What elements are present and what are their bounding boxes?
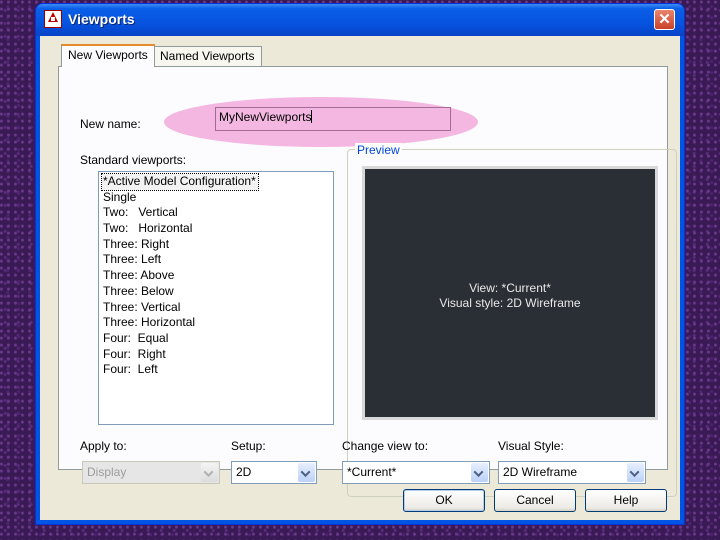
list-item[interactable]: Three: Left <box>102 252 161 268</box>
viewports-dialog: Viewports ✕ New Viewports Named Viewport… <box>36 4 684 524</box>
help-button[interactable]: Help <box>585 489 667 512</box>
list-row: Four: Left <box>102 362 330 378</box>
list-row: Two: Horizontal <box>102 221 330 237</box>
list-row: Three: Horizontal <box>102 315 330 331</box>
apply-to-label: Apply to: <box>80 439 127 453</box>
list-item[interactable]: Two: Horizontal <box>102 221 192 237</box>
change-view-to-select[interactable]: *Current* <box>342 461 490 484</box>
window-title: Viewports <box>68 11 135 27</box>
list-item[interactable]: Three: Above <box>102 268 174 284</box>
list-row: Two: Vertical <box>102 205 330 221</box>
close-button[interactable]: ✕ <box>654 9 675 30</box>
preview-label: Preview <box>355 143 402 157</box>
list-row: Three: Vertical <box>102 300 330 316</box>
apply-to-select: Display <box>82 461 220 484</box>
chevron-down-icon <box>201 463 218 482</box>
preview-visual-style-text: Visual style: 2D Wireframe <box>439 296 581 310</box>
list-item[interactable]: Single <box>102 190 136 206</box>
visual-style-select[interactable]: 2D Wireframe <box>498 461 646 484</box>
tab-new-viewports[interactable]: New Viewports <box>61 44 155 67</box>
list-item[interactable]: Three: Right <box>102 237 169 253</box>
tab-named-viewports[interactable]: Named Viewports <box>153 46 262 66</box>
list-row: Four: Right <box>102 347 330 363</box>
preview-info: View: *Current* Visual style: 2D Wirefra… <box>365 281 655 311</box>
list-item[interactable]: *Active Model Configuration* <box>101 173 259 191</box>
list-row: Three: Right <box>102 237 330 253</box>
list-item[interactable]: Three: Vertical <box>102 300 180 316</box>
autocad-app-icon <box>44 10 62 28</box>
standard-viewports-label: Standard viewports: <box>80 153 187 167</box>
preview-view-text: View: *Current* <box>469 281 551 295</box>
list-item[interactable]: Three: Below <box>102 284 174 300</box>
chevron-down-icon[interactable] <box>471 463 488 482</box>
new-name-label: New name: <box>80 117 141 131</box>
setup-select[interactable]: 2D <box>231 461 317 484</box>
setup-label: Setup: <box>231 439 266 453</box>
standard-viewports-list[interactable]: *Active Model Configuration* Single Two: V… <box>98 171 334 425</box>
list-item[interactable]: Two: Vertical <box>102 205 178 221</box>
change-view-to-label: Change view to: <box>342 439 429 453</box>
list-row: Three: Below <box>102 284 330 300</box>
new-name-value: MyNewViewports <box>219 110 312 124</box>
chevron-down-icon[interactable] <box>627 463 644 482</box>
change-view-to-value: *Current* <box>347 465 397 479</box>
visual-style-value: 2D Wireframe <box>503 465 578 479</box>
tab-panel: New name: MyNewViewports Standard viewpo… <box>58 66 677 497</box>
cancel-button[interactable]: Cancel <box>494 489 576 512</box>
list-item[interactable]: Four: Left <box>102 362 158 378</box>
title-bar[interactable]: Viewports ✕ <box>36 4 684 36</box>
dialog-client-area: New Viewports Named Viewports New name: … <box>40 36 680 520</box>
text-caret <box>311 110 313 123</box>
list-row: *Active Model Configuration* <box>101 173 330 191</box>
new-name-input[interactable]: MyNewViewports <box>215 107 451 131</box>
setup-value: 2D <box>236 465 252 479</box>
chevron-down-icon[interactable] <box>298 463 315 482</box>
list-item[interactable]: Four: Equal <box>102 331 168 347</box>
apply-to-value: Display <box>87 465 127 479</box>
list-row: Four: Equal <box>102 331 330 347</box>
preview-screen: View: *Current* Visual style: 2D Wirefra… <box>362 166 658 420</box>
list-row: Three: Above <box>102 268 330 284</box>
list-item[interactable]: Three: Horizontal <box>102 315 195 331</box>
list-item[interactable]: Four: Right <box>102 347 166 363</box>
list-row: Three: Left <box>102 252 330 268</box>
list-row: Single <box>102 190 330 206</box>
visual-style-label: Visual Style: <box>498 439 564 453</box>
ok-button[interactable]: OK <box>403 489 485 512</box>
